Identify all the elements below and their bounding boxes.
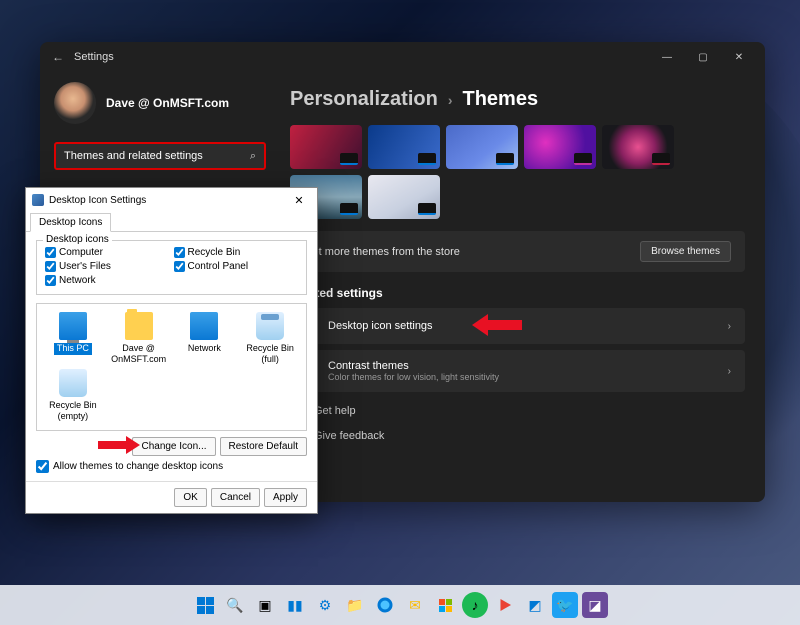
edge-icon[interactable]	[372, 592, 398, 618]
theme-grid	[290, 125, 745, 219]
tab-desktop-icons[interactable]: Desktop Icons	[30, 213, 111, 232]
desktop-icon-settings-dialog: Desktop Icon Settings ✕ Desktop Icons De…	[25, 187, 318, 514]
icon-network[interactable]: Network	[173, 312, 237, 365]
checkbox-network[interactable]: Network	[45, 275, 170, 286]
row-subtitle: Color themes for low vision, light sensi…	[328, 372, 728, 382]
dialog-icon	[32, 194, 44, 206]
store-icon[interactable]	[432, 592, 458, 618]
start-button[interactable]	[192, 592, 218, 618]
icon-recycle-bin-empty[interactable]: Recycle Bin (empty)	[41, 369, 105, 422]
close-button[interactable]: ✕	[721, 45, 757, 69]
breadcrumb-current: Themes	[462, 88, 538, 111]
close-icon[interactable]: ✕	[287, 194, 311, 207]
checkbox-control-panel[interactable]: Control Panel	[174, 261, 299, 272]
app-icon[interactable]: ◩	[522, 592, 548, 618]
allow-themes-checkbox[interactable]: Allow themes to change desktop icons	[36, 460, 307, 473]
fieldset-legend: Desktop icons	[43, 234, 112, 245]
settings-icon[interactable]: ⚙	[312, 592, 338, 618]
icon-recycle-bin-full[interactable]: Recycle Bin (full)	[238, 312, 302, 365]
profile[interactable]: Dave @ OnMSFT.com	[54, 82, 266, 124]
widgets-icon[interactable]: ▮▮	[282, 592, 308, 618]
search-icon[interactable]: 🔍	[222, 592, 248, 618]
contrast-themes-row[interactable]: ◑ Contrast themes Color themes for low v…	[290, 350, 745, 392]
checkbox-users-files[interactable]: User's Files	[45, 261, 170, 272]
dialog-title: Desktop Icon Settings	[49, 195, 287, 206]
search-input[interactable]	[64, 150, 250, 162]
browse-themes-button[interactable]: Browse themes	[640, 241, 731, 262]
titlebar: ← Settings — ▢ ✕	[40, 42, 765, 72]
give-feedback-link[interactable]: ✉ Give feedback	[290, 423, 745, 448]
twitter-icon[interactable]: 🐦	[552, 592, 578, 618]
breadcrumb: Personalization › Themes	[290, 88, 745, 111]
related-settings-head: Related settings	[290, 286, 745, 300]
play-icon[interactable]	[492, 592, 518, 618]
checkbox-recycle-bin[interactable]: Recycle Bin	[174, 247, 299, 258]
chevron-right-icon: ›	[728, 321, 731, 332]
get-help-link[interactable]: ❓ Get help	[290, 398, 745, 423]
desktop-icons-fieldset: Desktop icons Computer Recycle Bin User'…	[36, 240, 307, 295]
store-text: Get more themes from the store	[304, 246, 640, 258]
breadcrumb-parent[interactable]: Personalization	[290, 88, 438, 111]
cancel-button[interactable]: Cancel	[211, 488, 260, 507]
theme-thumb[interactable]	[368, 125, 440, 169]
app-icon-2[interactable]: ◪	[582, 592, 608, 618]
task-view-icon[interactable]: ▣	[252, 592, 278, 618]
chevron-right-icon: ›	[448, 92, 453, 108]
theme-thumb[interactable]	[602, 125, 674, 169]
red-arrow-annotation	[470, 314, 522, 336]
row-title: Desktop icon settings	[328, 320, 728, 332]
store-row: Get more themes from the store Browse th…	[290, 231, 745, 272]
back-button[interactable]: ←	[48, 50, 68, 64]
explorer-icon[interactable]: 📁	[342, 592, 368, 618]
theme-thumb[interactable]	[368, 175, 440, 219]
main-content: Personalization › Themes Get more themes…	[280, 72, 765, 502]
desktop-icon-settings-row[interactable]: ◐ Desktop icon settings ›	[290, 308, 745, 344]
dialog-titlebar: Desktop Icon Settings ✕	[26, 188, 317, 212]
mail-icon[interactable]: ✉	[402, 592, 428, 618]
tab-strip: Desktop Icons	[26, 212, 317, 232]
ok-button[interactable]: OK	[174, 488, 206, 507]
maximize-button[interactable]: ▢	[685, 45, 721, 69]
dialog-footer: OK Cancel Apply	[26, 481, 317, 513]
theme-thumb[interactable]	[290, 125, 362, 169]
red-arrow-annotation	[98, 436, 142, 454]
app-title: Settings	[74, 51, 114, 63]
icon-user-folder[interactable]: Dave @ OnMSFT.com	[107, 312, 171, 365]
restore-default-button[interactable]: Restore Default	[220, 437, 307, 456]
search-box[interactable]: ⌕	[54, 142, 266, 170]
icon-this-pc[interactable]: This PC	[41, 312, 105, 365]
row-title: Contrast themes	[328, 360, 728, 372]
checkbox-computer[interactable]: Computer	[45, 247, 170, 258]
taskbar: 🔍 ▣ ▮▮ ⚙ 📁 ✉ ♪ ◩ 🐦 ◪	[0, 585, 800, 625]
apply-button[interactable]: Apply	[264, 488, 307, 507]
profile-name: Dave @ OnMSFT.com	[106, 96, 229, 110]
avatar	[54, 82, 96, 124]
theme-thumb[interactable]	[446, 125, 518, 169]
change-icon-button[interactable]: Change Icon...	[132, 437, 215, 456]
icon-preview-pane: This PC Dave @ OnMSFT.com Network Recycl…	[36, 303, 307, 431]
chevron-right-icon: ›	[728, 366, 731, 377]
search-icon: ⌕	[250, 150, 256, 163]
theme-thumb[interactable]	[524, 125, 596, 169]
minimize-button[interactable]: —	[649, 45, 685, 69]
spotify-icon[interactable]: ♪	[462, 592, 488, 618]
